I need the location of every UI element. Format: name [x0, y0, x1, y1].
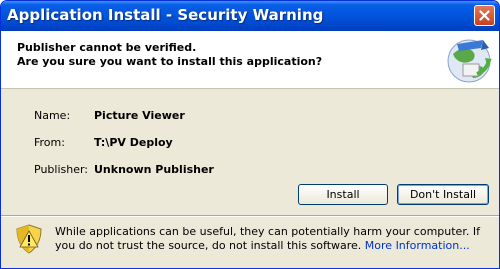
warning-message: While applications can be useful, they c…: [55, 225, 495, 253]
publisher-label: Publisher:: [34, 163, 89, 176]
publisher-warning-text: Publisher cannot be verified.: [17, 41, 197, 54]
title-bar[interactable]: Application Install - Security Warning: [1, 1, 499, 31]
divider: [1, 215, 499, 217]
name-label: Name:: [34, 109, 71, 122]
dont-install-button[interactable]: Don't Install: [397, 184, 489, 205]
security-warning-dialog: Application Install - Security Warning P…: [0, 0, 500, 269]
from-value: T:\PV Deploy: [94, 136, 173, 149]
globe-install-icon: [447, 39, 492, 83]
close-icon: [479, 10, 490, 21]
shield-warning-icon: [16, 224, 42, 254]
install-question-text: Are you sure you want to install this ap…: [17, 55, 323, 68]
more-information-link[interactable]: More Information...: [365, 239, 470, 252]
install-button[interactable]: Install: [298, 184, 388, 205]
header-panel: Publisher cannot be verified. Are you su…: [1, 31, 499, 89]
close-button[interactable]: [474, 5, 495, 26]
from-label: From:: [34, 136, 65, 149]
publisher-value: Unknown Publisher: [94, 163, 214, 176]
name-value: Picture Viewer: [94, 109, 185, 122]
window-title: Application Install - Security Warning: [7, 6, 324, 24]
